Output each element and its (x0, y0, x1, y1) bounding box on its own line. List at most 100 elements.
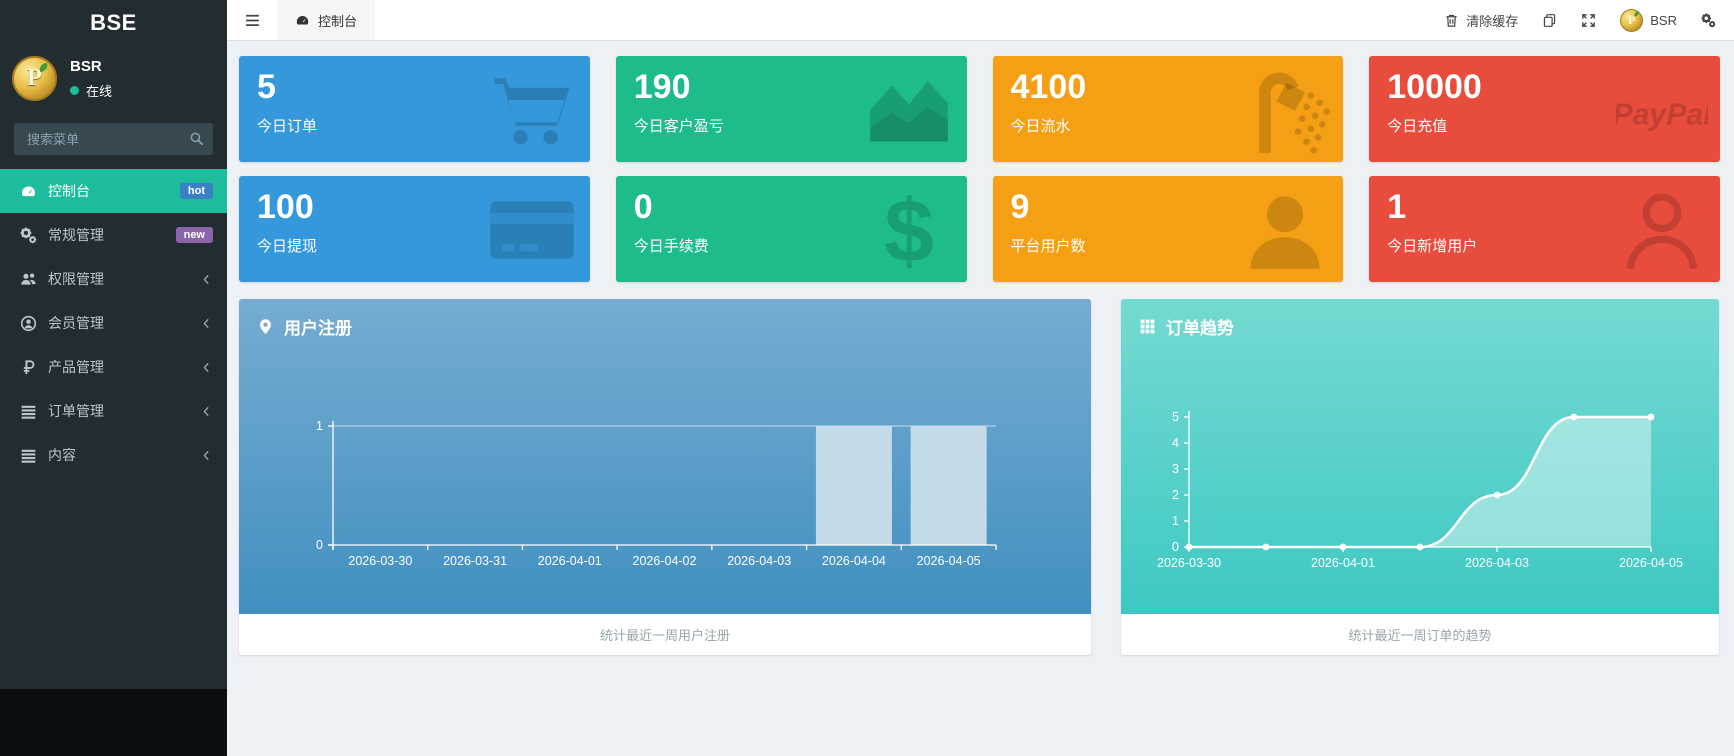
sidebar-item-label: 订单管理 (48, 401, 200, 421)
topbar-user-name: BSR (1650, 13, 1677, 28)
svg-text:4: 4 (1172, 436, 1179, 450)
tab-label: 控制台 (318, 11, 357, 30)
credit-card-icon (486, 184, 578, 276)
list-icon (20, 403, 37, 420)
sidebar-bottom-strip (0, 689, 227, 756)
chart-title: 订单趋势 (1166, 314, 1234, 339)
clear-cache-button[interactable]: 清除缓存 (1444, 11, 1518, 30)
stat-card-today-flow: 4100今日流水 (993, 56, 1344, 162)
svg-text:2026-04-01: 2026-04-01 (1311, 556, 1375, 570)
cart-icon (486, 64, 578, 156)
avatar (12, 56, 57, 101)
stat-card-today-fee: 0今日手续费$ (616, 176, 967, 282)
tachometer-icon (295, 13, 310, 28)
user-icon (1239, 184, 1331, 276)
svg-text:2026-04-01: 2026-04-01 (538, 554, 602, 568)
sidebar-item-label: 内容 (48, 445, 200, 465)
chart-footer: 统计最近一周订单的趋势 (1121, 614, 1719, 655)
user-register-chart-panel: 用户注册 0 1 2026-03-30 2026-03-31 2026-04-01 202… (239, 299, 1091, 655)
gears-icon (1701, 13, 1716, 28)
svg-text:1: 1 (316, 419, 323, 433)
badge-new: new (176, 227, 213, 243)
stat-card-today-recharge: 10000今日充值PayPal (1369, 56, 1720, 162)
dollar-icon: $ (863, 184, 955, 276)
user-register-bar-chart: 0 1 2026-03-30 2026-03-31 2026-04-01 2026-04-… (239, 299, 1091, 614)
svg-text:2026-04-03: 2026-04-03 (1465, 556, 1529, 570)
sidebar-item-label: 常规管理 (48, 225, 176, 245)
chevron-left-icon (200, 273, 213, 286)
stat-card-today-orders: 5今日订单 (239, 56, 590, 162)
list-icon (20, 447, 37, 464)
ruble-icon (20, 359, 37, 376)
svg-text:0: 0 (316, 538, 323, 552)
svg-text:5: 5 (1172, 410, 1179, 424)
sidebar: BSE BSR 在线 控制台hot常规管理new权限管理会员管理产品管理订单管理… (0, 0, 227, 756)
online-status-icon (70, 86, 79, 95)
users-icon (20, 271, 37, 288)
svg-text:$: $ (884, 184, 934, 276)
svg-text:2026-03-30: 2026-03-30 (348, 554, 412, 568)
sidebar-item-products[interactable]: 产品管理 (0, 345, 227, 389)
search-icon[interactable] (189, 131, 204, 146)
sidebar-item-orders[interactable]: 订单管理 (0, 389, 227, 433)
copy-button[interactable] (1542, 13, 1557, 28)
chevron-left-icon (200, 317, 213, 330)
user-outline-icon (1616, 184, 1708, 276)
stat-cards-grid: 5今日订单190今日客户盈亏4100今日流水10000今日充值PayPal 100… (239, 56, 1720, 282)
settings-button[interactable] (1701, 13, 1716, 28)
user-name: BSR (70, 58, 112, 75)
svg-text:2026-04-05: 2026-04-05 (917, 554, 981, 568)
sidebar-item-label: 权限管理 (48, 269, 200, 289)
chart-title: 用户注册 (284, 314, 352, 339)
badge-hot: hot (180, 183, 213, 199)
hamburger-icon (244, 13, 261, 28)
topbar: 控制台 清除缓存 BSR (227, 0, 1734, 41)
svg-text:2026-04-03: 2026-04-03 (727, 554, 791, 568)
chevron-left-icon (200, 449, 213, 462)
svg-text:1: 1 (1172, 514, 1179, 528)
area-chart-icon (863, 64, 955, 156)
tab-dashboard[interactable]: 控制台 (277, 0, 375, 40)
search-input[interactable] (14, 123, 213, 155)
avatar (1620, 9, 1643, 32)
svg-text:2026-03-30: 2026-03-30 (1157, 556, 1221, 570)
user-panel: BSR 在线 (0, 46, 227, 115)
svg-text:2: 2 (1172, 488, 1179, 502)
sidebar-item-content[interactable]: 内容 (0, 433, 227, 477)
chevron-left-icon (200, 405, 213, 418)
sidebar-item-general[interactable]: 常规管理new (0, 213, 227, 257)
stat-card-today-pnl: 190今日客户盈亏 (616, 56, 967, 162)
svg-text:2026-04-04: 2026-04-04 (822, 554, 886, 568)
svg-text:PayPal: PayPal (1616, 98, 1708, 131)
fullscreen-button[interactable] (1581, 13, 1596, 28)
map-marker-icon (257, 318, 274, 335)
grid-icon (1139, 318, 1156, 335)
sidebar-item-dashboard[interactable]: 控制台hot (0, 169, 227, 213)
expand-icon (1581, 13, 1596, 28)
user-status-label: 在线 (86, 81, 112, 100)
svg-text:0: 0 (1172, 540, 1179, 554)
sidebar-toggle-button[interactable] (227, 0, 277, 40)
brand-title: BSE (0, 0, 227, 46)
cogs-icon (20, 227, 37, 244)
copy-icon (1542, 13, 1557, 28)
shower-icon (1239, 64, 1331, 156)
sidebar-item-permissions[interactable]: 权限管理 (0, 257, 227, 301)
sidebar-item-label: 控制台 (48, 181, 180, 201)
clear-cache-label: 清除缓存 (1466, 11, 1518, 30)
svg-text:2026-03-31: 2026-03-31 (443, 554, 507, 568)
sidebar-item-label: 会员管理 (48, 313, 200, 333)
chevron-left-icon (200, 361, 213, 374)
trash-icon (1444, 13, 1459, 28)
sidebar-item-members[interactable]: 会员管理 (0, 301, 227, 345)
svg-text:2026-04-02: 2026-04-02 (633, 554, 697, 568)
sidebar-item-label: 产品管理 (48, 357, 200, 377)
svg-text:2026-04-05: 2026-04-05 (1619, 556, 1683, 570)
chart-footer: 统计最近一周用户注册 (239, 614, 1091, 655)
tachometer-icon (20, 183, 37, 200)
stat-card-today-withdraw: 100今日提现 (239, 176, 590, 282)
leaf-icon (1634, 11, 1640, 16)
user-menu[interactable]: BSR (1620, 9, 1677, 32)
paypal-icon: PayPal (1616, 64, 1708, 156)
svg-text:3: 3 (1172, 462, 1179, 476)
